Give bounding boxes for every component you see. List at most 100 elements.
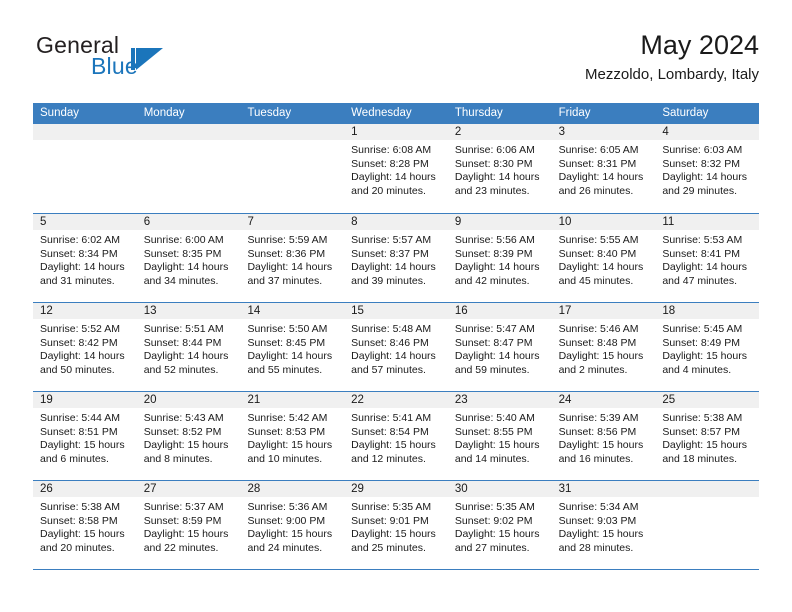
sunrise-text: Sunrise: 5:53 AM <box>662 234 743 246</box>
daylight-text-line1: Daylight: 15 hours <box>454 439 540 451</box>
calendar-day-cell[interactable]: 28 Sunrise: 5:36 AM Sunset: 9:00 PM Dayligh… <box>240 481 345 569</box>
daylight-text-line2: and 23 minutes. <box>454 184 530 197</box>
calendar-day-cell[interactable]: 30 Sunrise: 5:35 AM Sunset: 9:02 PM Dayligh… <box>447 481 552 569</box>
day-number-strip <box>33 124 137 141</box>
calendar-day-cell[interactable]: 18 Sunrise: 5:45 AM Sunset: 8:49 PM Dayligh… <box>655 303 760 391</box>
daylight-text-line2: and 42 minutes. <box>454 274 530 287</box>
sunrise-text: Sunrise: 5:35 AM <box>351 501 432 513</box>
calendar-day-cell[interactable]: 3 Sunrise: 6:05 AM Sunset: 8:31 PM Daylight… <box>551 124 656 213</box>
day-number-strip: 29 <box>344 481 448 498</box>
calendar-day-cell[interactable]: 23 Sunrise: 5:40 AM Sunset: 8:55 PM Dayligh… <box>447 392 552 480</box>
daylight-text-line2: and 10 minutes. <box>247 452 323 465</box>
sunset-text: Sunset: 8:42 PM <box>40 336 118 349</box>
day-number: 17 <box>558 305 572 317</box>
day-number-strip: 12 <box>33 303 137 320</box>
daylight-text-line2: and 16 minutes. <box>558 452 634 465</box>
daylight-text-line1: Daylight: 14 hours <box>351 261 436 273</box>
day-number: 8 <box>351 216 358 228</box>
day-sun-info: Sunrise: 5:37 AM Sunset: 8:59 PM Daylight:… <box>137 498 241 555</box>
daylight-text-line1: Daylight: 15 hours <box>558 350 644 362</box>
day-number: 30 <box>454 483 468 495</box>
calendar-day-cell[interactable]: 31 Sunrise: 5:34 AM Sunset: 9:03 PM Dayligh… <box>551 481 656 569</box>
day-sun-info: Sunrise: 6:00 AM Sunset: 8:35 PM Daylight:… <box>137 231 241 288</box>
calendar-week-row: 26 Sunrise: 5:38 AM Sunset: 8:58 PM Dayligh… <box>33 480 760 569</box>
day-sun-info: Sunrise: 5:45 AM Sunset: 8:49 PM Daylight:… <box>655 320 759 377</box>
day-number-strip: 19 <box>33 392 137 409</box>
sunset-text: Sunset: 8:46 PM <box>351 336 429 349</box>
day-number-strip: 21 <box>240 392 345 409</box>
calendar-weeks: 1 Sunrise: 6:08 AM Sunset: 8:28 PM Daylight… <box>33 124 760 569</box>
calendar-day-cell[interactable]: 25 Sunrise: 5:38 AM Sunset: 8:57 PM Dayligh… <box>655 392 760 480</box>
calendar-day-cell[interactable]: 2 Sunrise: 6:06 AM Sunset: 8:30 PM Daylight… <box>447 124 552 213</box>
calendar-day-cell[interactable]: 22 Sunrise: 5:41 AM Sunset: 8:54 PM Dayligh… <box>344 392 448 480</box>
sunset-text: Sunset: 8:35 PM <box>143 247 222 260</box>
calendar-day-cell[interactable]: 27 Sunrise: 5:37 AM Sunset: 8:59 PM Dayligh… <box>136 481 241 569</box>
daylight-text-line2: and 18 minutes. <box>662 452 738 465</box>
day-number-strip: 17 <box>551 303 656 320</box>
calendar-day-cell[interactable]: 14 Sunrise: 5:50 AM Sunset: 8:45 PM Dayligh… <box>240 303 345 391</box>
daylight-text-line1: Daylight: 14 hours <box>662 171 747 183</box>
sunset-text: Sunset: 8:34 PM <box>40 247 118 260</box>
sunrise-text: Sunrise: 5:56 AM <box>454 234 535 246</box>
calendar-day-cell[interactable]: 12 Sunrise: 5:52 AM Sunset: 8:42 PM Dayligh… <box>33 303 137 391</box>
day-sun-info: Sunrise: 5:59 AM Sunset: 8:36 PM Daylight:… <box>240 231 344 288</box>
daylight-text-line1: Daylight: 14 hours <box>558 261 644 273</box>
page-subtitle: Mezzoldo, Lombardy, Italy <box>585 66 759 83</box>
calendar-day-cell[interactable]: 24 Sunrise: 5:39 AM Sunset: 8:56 PM Dayligh… <box>551 392 656 480</box>
sunrise-text: Sunrise: 5:38 AM <box>40 501 120 513</box>
daylight-text-line1: Daylight: 14 hours <box>454 171 540 183</box>
calendar-day-cell[interactable]: 4 Sunrise: 6:03 AM Sunset: 8:32 PM Daylight… <box>655 124 760 213</box>
daylight-text-line2: and 22 minutes. <box>143 541 219 554</box>
day-number: 19 <box>40 394 53 406</box>
calendar-day-cell[interactable]: 20 Sunrise: 5:43 AM Sunset: 8:52 PM Dayligh… <box>136 392 241 480</box>
day-number-strip: 14 <box>240 303 345 320</box>
sunrise-text: Sunrise: 6:06 AM <box>454 144 535 156</box>
daylight-text-line1: Daylight: 15 hours <box>247 439 333 451</box>
calendar-day-cell[interactable]: 7 Sunrise: 5:59 AM Sunset: 8:36 PM Daylight… <box>240 214 345 302</box>
calendar-week-row: 5 Sunrise: 6:02 AM Sunset: 8:34 PM Daylight… <box>33 213 760 302</box>
calendar-day-cell[interactable]: 8 Sunrise: 5:57 AM Sunset: 8:37 PM Daylight… <box>344 214 448 302</box>
calendar-day-cell[interactable]: 16 Sunrise: 5:47 AM Sunset: 8:47 PM Dayligh… <box>447 303 552 391</box>
calendar-day-cell[interactable]: 9 Sunrise: 5:56 AM Sunset: 8:39 PM Daylight… <box>447 214 552 302</box>
sunrise-text: Sunrise: 5:59 AM <box>247 234 328 246</box>
calendar-day-cell[interactable]: 29 Sunrise: 5:35 AM Sunset: 9:01 PM Dayligh… <box>344 481 448 569</box>
calendar-day-cell[interactable]: 21 Sunrise: 5:42 AM Sunset: 8:53 PM Dayligh… <box>240 392 345 480</box>
daylight-text-line2: and 55 minutes. <box>247 363 323 376</box>
calendar-day-cell[interactable]: 26 Sunrise: 5:38 AM Sunset: 8:58 PM Dayligh… <box>33 481 137 569</box>
calendar-day-cell[interactable]: 11 Sunrise: 5:53 AM Sunset: 8:41 PM Dayligh… <box>655 214 760 302</box>
sunrise-text: Sunrise: 5:38 AM <box>662 412 743 424</box>
day-number: 2 <box>454 126 462 138</box>
calendar-grid: Sunday Monday Tuesday Wednesday Thursday… <box>33 103 760 570</box>
sunset-text: Sunset: 8:51 PM <box>40 425 118 438</box>
calendar-day-cell[interactable]: 10 Sunrise: 5:55 AM Sunset: 8:40 PM Dayligh… <box>551 214 656 302</box>
calendar-day-cell[interactable]: 13 Sunrise: 5:51 AM Sunset: 8:44 PM Dayligh… <box>136 303 241 391</box>
calendar-day-cell[interactable]: 1 Sunrise: 6:08 AM Sunset: 8:28 PM Daylight… <box>344 124 448 213</box>
day-sun-info: Sunrise: 6:05 AM Sunset: 8:31 PM Daylight:… <box>552 141 656 198</box>
day-number: 26 <box>40 483 53 495</box>
daylight-text-line2: and 29 minutes. <box>662 184 738 197</box>
day-number-strip: 4 <box>655 124 760 141</box>
day-number-strip: 31 <box>551 481 656 498</box>
day-sun-info: Sunrise: 6:06 AM Sunset: 8:30 PM Daylight:… <box>448 141 552 198</box>
sunset-text: Sunset: 8:55 PM <box>454 425 533 438</box>
weekday-header-row: Sunday Monday Tuesday Wednesday Thursday… <box>33 103 759 124</box>
sunset-text: Sunset: 8:54 PM <box>351 425 429 438</box>
calendar-day-cell[interactable]: 5 Sunrise: 6:02 AM Sunset: 8:34 PM Daylight… <box>33 214 137 302</box>
sunrise-text: Sunrise: 5:36 AM <box>247 501 328 513</box>
sunrise-text: Sunrise: 6:00 AM <box>143 234 224 246</box>
sunset-text: Sunset: 8:52 PM <box>143 425 222 438</box>
daylight-text-line2: and 47 minutes. <box>662 274 738 287</box>
day-number-strip: 23 <box>447 392 552 409</box>
calendar-day-cell[interactable]: 15 Sunrise: 5:48 AM Sunset: 8:46 PM Dayligh… <box>344 303 448 391</box>
daylight-text-line2: and 12 minutes. <box>351 452 426 465</box>
general-blue-logo[interactable]: General Blue <box>33 32 293 88</box>
daylight-text-line2: and 31 minutes. <box>40 274 115 287</box>
daylight-text-line2: and 57 minutes. <box>351 363 426 376</box>
calendar-day-cell[interactable]: 6 Sunrise: 6:00 AM Sunset: 8:35 PM Daylight… <box>136 214 241 302</box>
calendar-day-cell[interactable]: 17 Sunrise: 5:46 AM Sunset: 8:48 PM Dayligh… <box>551 303 656 391</box>
daylight-text-line2: and 39 minutes. <box>351 274 426 287</box>
calendar-day-cell[interactable]: 19 Sunrise: 5:44 AM Sunset: 8:51 PM Dayligh… <box>33 392 137 480</box>
sunrise-text: Sunrise: 5:40 AM <box>454 412 535 424</box>
daylight-text-line2: and 2 minutes. <box>558 363 628 376</box>
sunset-text: Sunset: 9:00 PM <box>247 514 326 527</box>
